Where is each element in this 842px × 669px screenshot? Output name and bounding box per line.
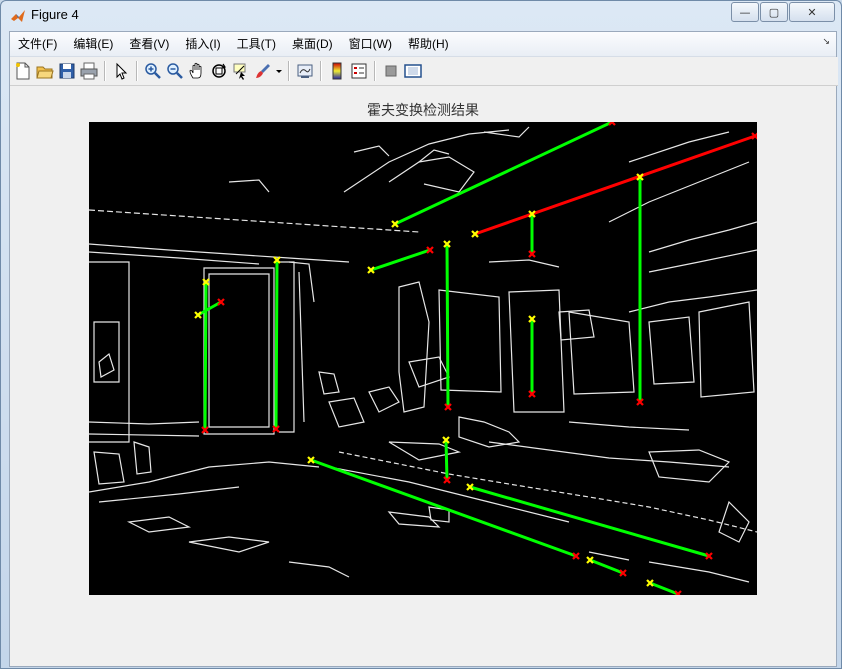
link-plot-icon[interactable] (294, 60, 316, 82)
brush-dropdown-icon[interactable] (274, 60, 284, 82)
zoom-out-icon[interactable] (164, 60, 186, 82)
hough-line (309, 458, 578, 558)
hough-line (444, 438, 449, 482)
matlab-logo-icon (11, 10, 25, 22)
figure-toolbar (10, 57, 838, 86)
data-cursor-icon[interactable] (230, 60, 252, 82)
menu-bar: 文件(F) 编辑(E) 查看(V) 插入(I) 工具(T) 桌面(D) 窗口(W… (10, 32, 836, 57)
zoom-in-icon[interactable] (142, 60, 164, 82)
hough-line (648, 581, 680, 595)
dock-arrow-icon[interactable]: ↘ (822, 37, 830, 47)
menu-view[interactable]: 查看(V) (121, 33, 177, 55)
pan-hand-icon[interactable] (186, 60, 208, 82)
hide-plot-tools-icon[interactable] (380, 60, 402, 82)
save-icon[interactable] (56, 60, 78, 82)
hough-line (445, 242, 450, 409)
edge-image-axes[interactable] (89, 122, 757, 595)
hough-line (369, 248, 432, 272)
maximize-button[interactable]: ▢ (760, 2, 788, 22)
toolbar-separator (374, 61, 376, 81)
minimize-button[interactable]: — (731, 2, 759, 22)
brush-icon[interactable] (252, 60, 274, 82)
hough-line (468, 485, 711, 558)
menu-edit[interactable]: 编辑(E) (65, 33, 121, 55)
line-start-markers (194, 173, 654, 587)
menu-desktop[interactable]: 桌面(D) (284, 33, 341, 55)
hough-line (274, 258, 279, 431)
figure-window: Figure 4 — ▢ ✕ 文件(F) 编辑(E) 查看(V) 插入(I) 工… (0, 0, 842, 669)
hough-line (393, 122, 614, 226)
figure-client-area: 文件(F) 编辑(E) 查看(V) 插入(I) 工具(T) 桌面(D) 窗口(W… (9, 31, 838, 667)
title-bar[interactable]: Figure 4 — ▢ ✕ (1, 1, 841, 29)
window-title: Figure 4 (31, 7, 79, 22)
open-file-icon[interactable] (34, 60, 56, 82)
toolbar-separator (320, 61, 322, 81)
print-icon[interactable] (78, 60, 100, 82)
edit-plot-arrow-icon[interactable] (110, 60, 132, 82)
menu-window[interactable]: 窗口(W) (341, 33, 400, 55)
hough-line (588, 558, 625, 575)
edge-map (89, 126, 757, 583)
plot-title: 霍夫变换检测结果 (367, 103, 479, 119)
line-end-markers (201, 122, 757, 595)
new-figure-icon[interactable] (12, 60, 34, 82)
rotate-3d-icon[interactable] (208, 60, 230, 82)
close-button[interactable]: ✕ (789, 2, 835, 22)
show-plot-tools-icon[interactable] (402, 60, 424, 82)
figure-canvas[interactable]: 霍夫变换检测结果 (10, 86, 836, 666)
menu-tools[interactable]: 工具(T) (229, 33, 284, 55)
colorbar-icon[interactable] (326, 60, 348, 82)
toolbar-separator (104, 61, 106, 81)
menu-help[interactable]: 帮助(H) (400, 33, 457, 55)
hough-line (203, 280, 208, 432)
menu-file[interactable]: 文件(F) (10, 33, 65, 55)
legend-icon[interactable] (348, 60, 370, 82)
menu-insert[interactable]: 插入(I) (177, 33, 228, 55)
toolbar-separator (136, 61, 138, 81)
hough-result-image (89, 122, 757, 595)
toolbar-separator (288, 61, 290, 81)
